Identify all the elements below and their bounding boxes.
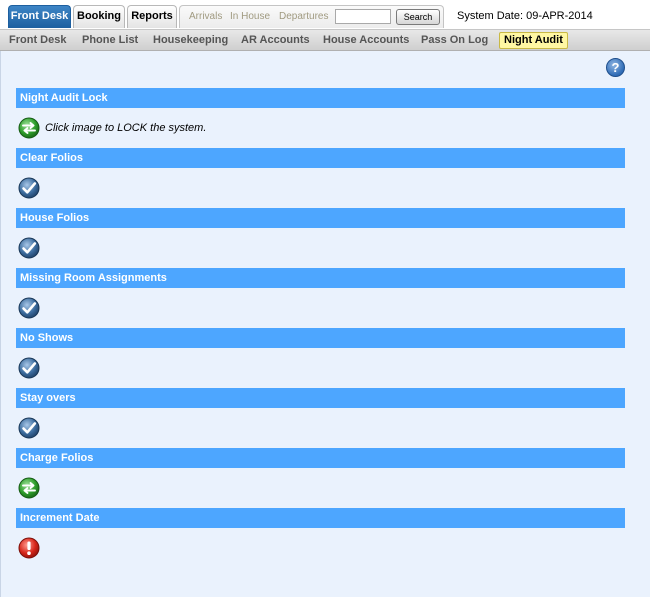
subnav-ar-accounts[interactable]: AR Accounts — [241, 34, 310, 46]
check-icon — [18, 357, 40, 379]
section-header-clear-folios: Clear Folios — [16, 148, 625, 168]
section-header-increment-date: Increment Date — [16, 508, 625, 528]
quick-links-bar: Arrivals In House Departures Search — [179, 5, 444, 28]
sub-navigation: Front Desk Phone List Housekeeping AR Ac… — [0, 29, 650, 51]
subnav-housekeeping[interactable]: Housekeeping — [153, 34, 228, 46]
subnav-front-desk[interactable]: Front Desk — [9, 34, 66, 46]
subnav-house-accounts[interactable]: House Accounts — [323, 34, 409, 46]
section-header-missing-room-assignments: Missing Room Assignments — [16, 268, 625, 288]
night-audit-panel: ? Night Audit Lock Click image to LOCK t… — [0, 51, 650, 597]
check-icon — [18, 237, 40, 259]
lock-hint-text: Click image to LOCK the system. — [45, 122, 207, 134]
section-header-night-audit-lock: Night Audit Lock — [16, 88, 625, 108]
section-header-stay-overs: Stay overs — [16, 388, 625, 408]
section-header-no-shows: No Shows — [16, 328, 625, 348]
process-arrows-icon[interactable] — [18, 477, 40, 499]
search-button[interactable]: Search — [396, 9, 440, 25]
subnav-pass-on-log[interactable]: Pass On Log — [421, 34, 488, 46]
departures-link[interactable]: Departures — [279, 11, 328, 22]
check-icon — [18, 177, 40, 199]
tab-booking[interactable]: Booking — [73, 5, 125, 28]
tab-front-desk[interactable]: Front Desk — [8, 5, 71, 28]
in-house-link[interactable]: In House — [230, 11, 270, 22]
search-input[interactable] — [335, 9, 391, 24]
subnav-night-audit[interactable]: Night Audit — [499, 32, 568, 49]
section-header-house-folios: House Folios — [16, 208, 625, 228]
check-icon — [18, 297, 40, 319]
subnav-phone-list[interactable]: Phone List — [82, 34, 138, 46]
system-date: System Date: 09-APR-2014 — [457, 10, 593, 22]
check-icon — [18, 417, 40, 439]
error-icon[interactable] — [18, 537, 40, 559]
lock-arrows-icon[interactable] — [18, 117, 40, 139]
tab-reports[interactable]: Reports — [127, 5, 177, 28]
top-bar: Front Desk Booking Reports Arrivals In H… — [0, 0, 650, 30]
section-header-charge-folios: Charge Folios — [16, 448, 625, 468]
arrivals-link[interactable]: Arrivals — [189, 11, 222, 22]
help-icon[interactable]: ? — [606, 58, 625, 77]
